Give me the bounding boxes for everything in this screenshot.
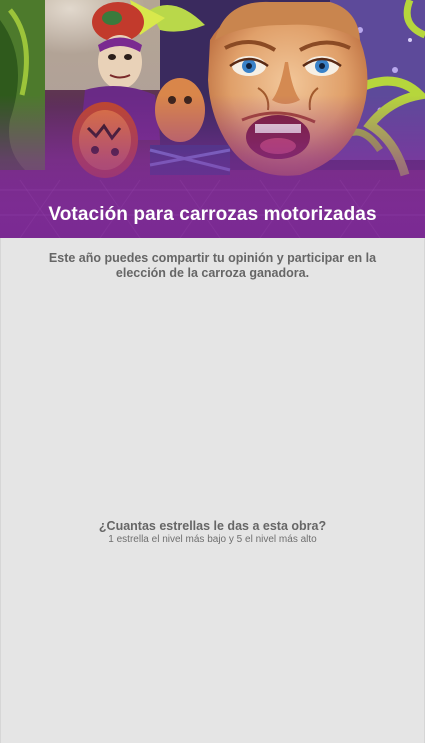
voting-screen: Votación para carrozas motorizadas Este … [0, 0, 425, 743]
rating-hint: 1 estrella el nivel más bajo y 5 el nive… [108, 534, 317, 545]
rating-section: ¿Cuantas estrellas le das a esta obra? 1… [0, 519, 425, 546]
left-border [0, 238, 1, 743]
header-banner: Votación para carrozas motorizadas [0, 0, 425, 238]
intro-text: Este año puedes compartir tu opinión y p… [48, 251, 377, 280]
carnival-float-masks-photo [0, 0, 425, 238]
rating-question: ¿Cuantas estrellas le das a esta obra? [98, 519, 327, 533]
page-title: Votación para carrozas motorizadas [48, 204, 377, 225]
